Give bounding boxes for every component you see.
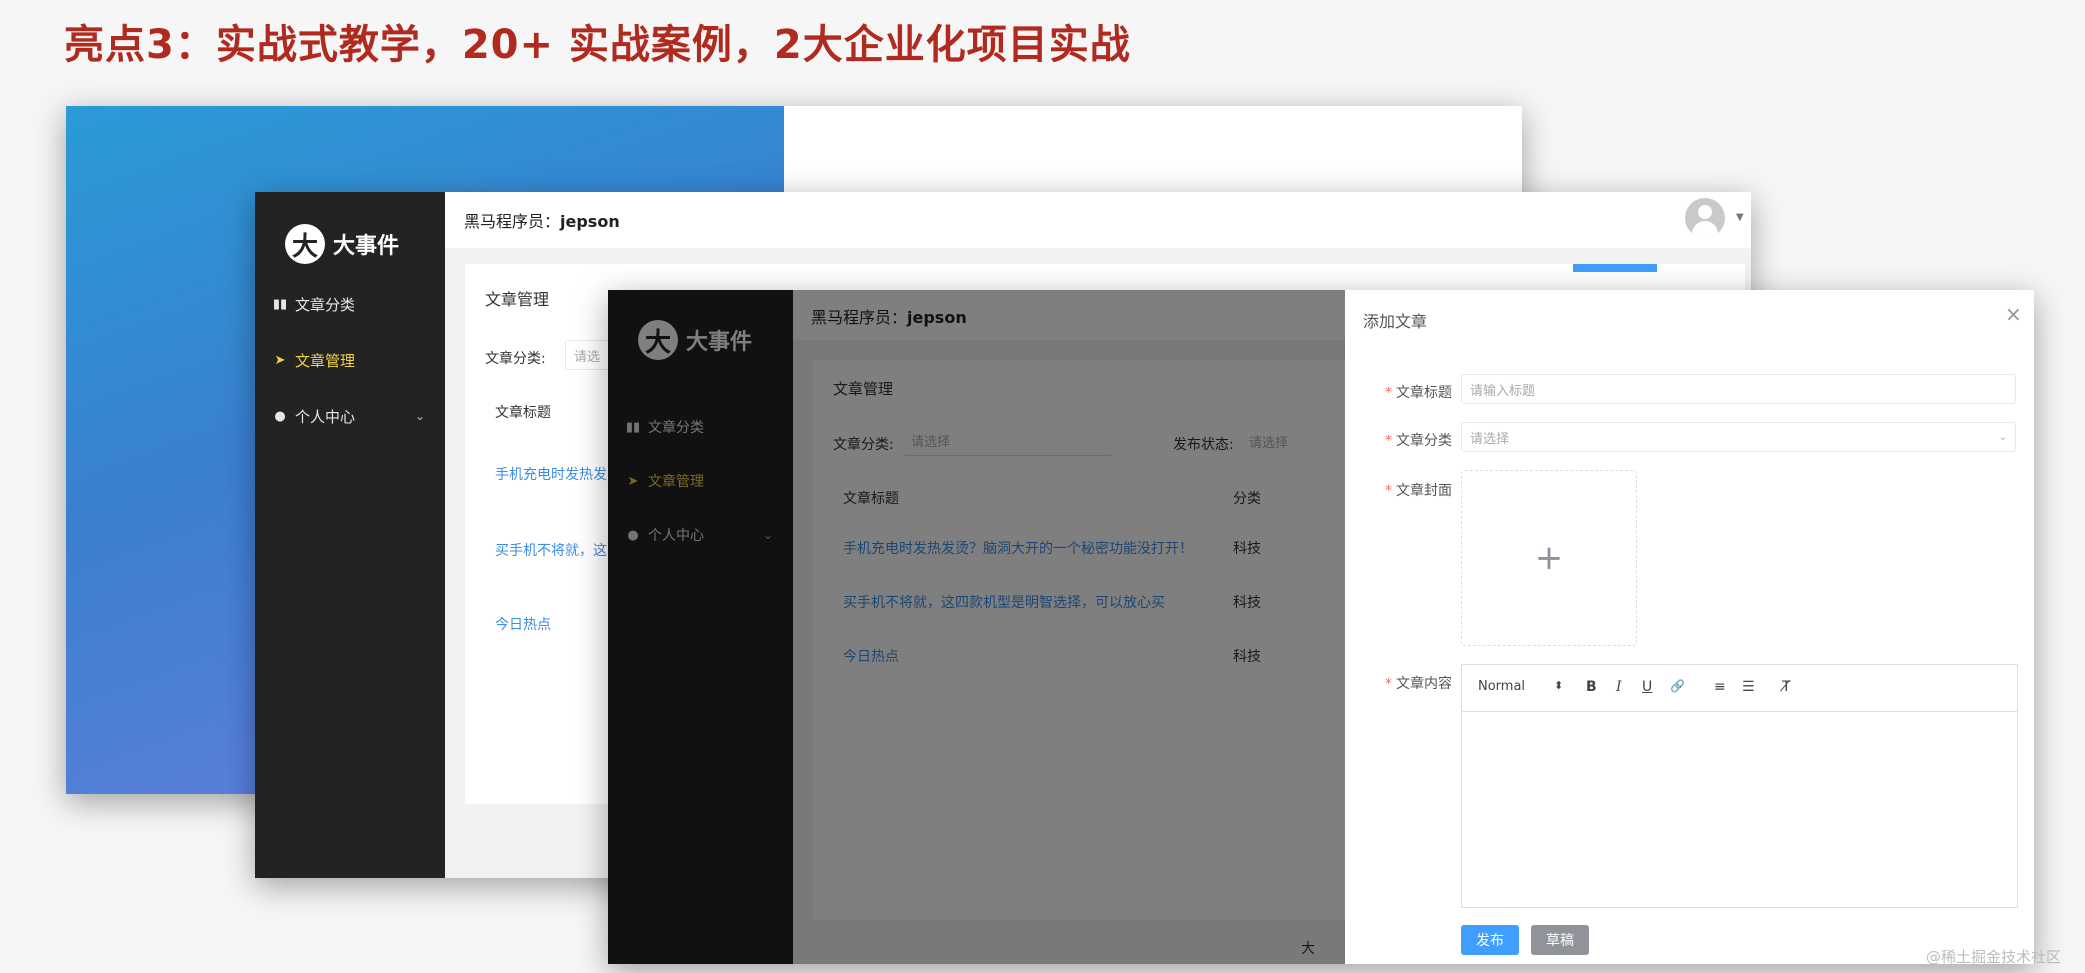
sidebar-item-articles[interactable]: ➤ 文章管理	[255, 332, 445, 388]
link-icon[interactable]: 🔗	[1670, 679, 1685, 693]
sidebar-item-label: 文章管理	[295, 351, 356, 370]
slide-title: 亮点3：实战式教学，20+ 实战案例，2大企业化项目实战	[64, 22, 1131, 68]
category-label: * 文章分类	[1385, 433, 1452, 449]
clear-format-icon[interactable]: T̸	[1782, 679, 1791, 695]
logo[interactable]: 大 大事件	[285, 224, 399, 264]
bullet-list-icon[interactable]: ☰	[1742, 679, 1755, 695]
cover-upload[interactable]: +	[1461, 470, 1637, 646]
title-label: * 文章标题	[1385, 385, 1452, 401]
card-title: 文章管理	[485, 290, 550, 309]
logo-icon: 大	[285, 224, 325, 264]
sidebar-item-category[interactable]: ▮▮ 文章分类	[255, 276, 445, 332]
cover-label: * 文章封面	[1385, 483, 1452, 499]
editor-toolbar: Normal ⬍ B I U 🔗 ≡ ☰ T̸	[1462, 665, 2017, 712]
filter-category-label: 文章分类:	[485, 351, 546, 367]
rich-text-editor: Normal ⬍ B I U 🔗 ≡ ☰ T̸	[1461, 664, 2018, 908]
chevron-down-icon: ⌄	[414, 409, 425, 423]
table-row-link[interactable]: 今日热点	[495, 614, 551, 634]
close-icon[interactable]: ×	[2005, 302, 2022, 326]
table-row-link[interactable]: 买手机不将就，这	[495, 540, 607, 560]
sidebar-item-label: 个人中心	[295, 407, 356, 426]
add-article-drawer: 添加文章 × * 文章标题 请输入标题 * 文章分类 请选择 ⌄ * 文章封面 + *…	[1345, 290, 2034, 964]
sidebar: 大 大事件 ▮▮ 文章分类 ➤ 文章管理 ● 个人中心 ⌄	[255, 192, 445, 878]
underline-icon[interactable]: U	[1642, 679, 1652, 695]
user-icon: ●	[274, 408, 286, 424]
col-title-header: 文章标题	[495, 405, 551, 421]
user-name: jepson	[560, 212, 620, 231]
chevron-down-icon: ⌄	[1998, 431, 2007, 443]
caret-down-icon[interactable]: ▼	[1736, 212, 1744, 223]
ordered-list-icon[interactable]: ≡	[1714, 679, 1726, 695]
book-icon: ▮▮	[272, 296, 288, 312]
plus-icon: +	[1534, 538, 1564, 578]
user-prefix: 黑马程序员：	[464, 212, 561, 231]
front-app-window: 大 大事件 ▮▮ 文章分类 ➤ 文章管理 ● 个人中心 ⌄ 黑马程序员：jeps…	[608, 290, 2034, 964]
content-label: * 文章内容	[1385, 676, 1452, 692]
format-arrows-icon[interactable]: ⬍	[1554, 679, 1563, 692]
category-select[interactable]: 请选择 ⌄	[1461, 422, 2016, 452]
publish-button[interactable]: 发布	[1461, 925, 1519, 955]
format-select[interactable]: Normal	[1478, 679, 1525, 694]
topbar-user: 黑马程序员：jepson	[464, 208, 620, 232]
drawer-title: 添加文章	[1363, 312, 1428, 331]
filter-category-placeholder: 请选	[574, 349, 601, 365]
title-placeholder: 请输入标题	[1470, 383, 1536, 399]
sidebar-menu: ▮▮ 文章分类 ➤ 文章管理 ● 个人中心 ⌄	[255, 276, 445, 444]
watermark: @稀土掘金技术社区	[1925, 948, 2061, 966]
editor-content-area[interactable]	[1462, 711, 2017, 907]
logo-text: 大事件	[333, 233, 400, 259]
send-icon: ➤	[274, 352, 286, 368]
add-article-button[interactable]	[1573, 264, 1657, 272]
draft-button[interactable]: 草稿	[1531, 925, 1589, 955]
bold-icon[interactable]: B	[1586, 679, 1597, 695]
avatar[interactable]	[1685, 198, 1725, 238]
sidebar-item-profile[interactable]: ● 个人中心 ⌄	[255, 388, 445, 444]
italic-icon[interactable]: I	[1616, 679, 1622, 695]
title-input[interactable]: 请输入标题	[1461, 374, 2016, 404]
table-row-link[interactable]: 手机充电时发热发	[495, 464, 607, 484]
category-placeholder: 请选择	[1470, 431, 1510, 447]
sidebar-item-label: 文章分类	[295, 295, 356, 314]
